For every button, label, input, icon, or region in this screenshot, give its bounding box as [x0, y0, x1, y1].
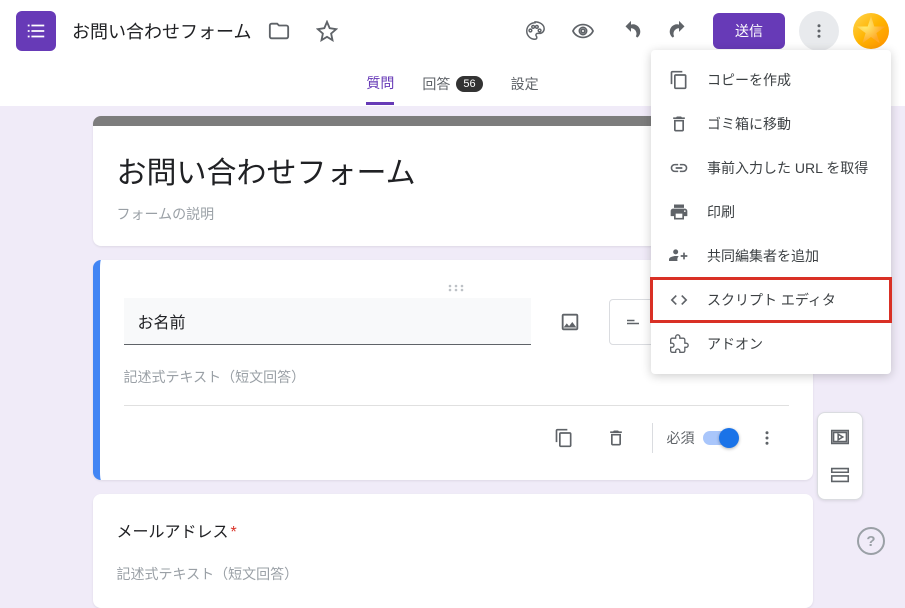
- menu-script-editor[interactable]: スクリプト エディタ: [651, 278, 891, 322]
- add-video-icon[interactable]: [822, 419, 858, 455]
- duplicate-button[interactable]: [542, 416, 586, 460]
- form-title[interactable]: お問い合わせフォーム: [72, 18, 251, 44]
- menu-collab-label: 共同編集者を追加: [707, 246, 819, 266]
- avatar[interactable]: [853, 13, 889, 49]
- question2-label-text: メールアドレス: [117, 524, 229, 541]
- send-button[interactable]: 送信: [713, 13, 785, 49]
- palette-icon[interactable]: [515, 11, 555, 51]
- required-mark: *: [231, 524, 237, 541]
- menu-prefilled[interactable]: 事前入力した URL を取得: [651, 146, 891, 190]
- menu-trash-label: ゴミ箱に移動: [707, 114, 791, 134]
- side-toolbar: [817, 412, 863, 500]
- menu-collab[interactable]: 共同編集者を追加: [651, 234, 891, 278]
- delete-button[interactable]: [594, 416, 638, 460]
- required-toggle[interactable]: [703, 431, 737, 445]
- menu-print-label: 印刷: [707, 202, 735, 222]
- menu-copy-label: コピーを作成: [707, 70, 791, 90]
- tab-responses-label: 回答: [422, 74, 450, 94]
- add-image-icon[interactable]: [547, 299, 593, 345]
- help-button[interactable]: ?: [857, 527, 885, 555]
- menu-copy[interactable]: コピーを作成: [651, 58, 891, 102]
- star-icon[interactable]: [307, 11, 347, 51]
- tab-responses[interactable]: 回答 56: [422, 64, 482, 104]
- question-more-button[interactable]: [745, 416, 789, 460]
- question-footer: 必須: [124, 405, 789, 460]
- tab-settings-label: 設定: [511, 74, 539, 94]
- preview-icon[interactable]: [563, 11, 603, 51]
- more-menu: コピーを作成 ゴミ箱に移動 事前入力した URL を取得 印刷 共同編集者を追加…: [651, 50, 891, 374]
- tab-settings[interactable]: 設定: [511, 64, 539, 104]
- divider: [652, 423, 653, 453]
- menu-print[interactable]: 印刷: [651, 190, 891, 234]
- forms-app-icon[interactable]: [16, 11, 56, 51]
- question-title-input[interactable]: [124, 298, 531, 345]
- tab-questions[interactable]: 質問: [366, 63, 394, 105]
- tab-questions-label: 質問: [366, 73, 394, 93]
- menu-script-label: スクリプト エディタ: [707, 290, 836, 310]
- response-count-badge: 56: [456, 76, 482, 92]
- menu-addon[interactable]: アドオン: [651, 322, 891, 366]
- folder-icon[interactable]: [259, 11, 299, 51]
- menu-addon-label: アドオン: [707, 334, 763, 354]
- question2-label: メールアドレス*: [117, 518, 789, 542]
- menu-prefilled-label: 事前入力した URL を取得: [707, 158, 868, 178]
- question2-hint: 記述式テキスト（短文回答）: [117, 564, 789, 584]
- undo-icon[interactable]: [611, 11, 651, 51]
- add-section-icon[interactable]: [822, 457, 858, 493]
- required-label: 必須: [667, 428, 695, 448]
- more-button[interactable]: [799, 11, 839, 51]
- redo-icon[interactable]: [659, 11, 699, 51]
- question-card-2[interactable]: メールアドレス* 記述式テキスト（短文回答）: [93, 494, 813, 608]
- menu-trash[interactable]: ゴミ箱に移動: [651, 102, 891, 146]
